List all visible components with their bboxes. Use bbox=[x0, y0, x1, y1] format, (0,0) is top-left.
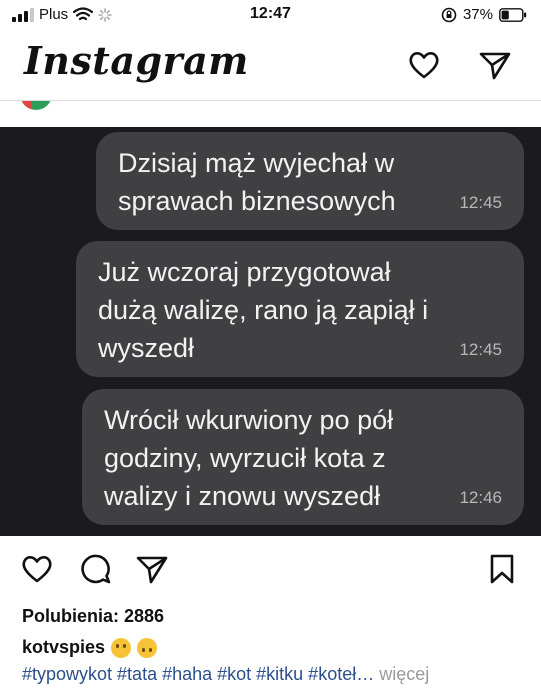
message-bubble: Dzisiaj mąż wyjechał w sprawach biznesow… bbox=[96, 132, 524, 230]
instagram-logo[interactable]: Instagram bbox=[24, 38, 249, 83]
caption-username[interactable]: kotvspies bbox=[22, 637, 105, 658]
message-text: Dzisiaj mąż wyjechał w sprawach biznesow… bbox=[118, 144, 396, 220]
message-time: 12:46 bbox=[459, 488, 502, 507]
message-text: Wrócił wkurwiony po pół godziny, wyrzuci… bbox=[104, 401, 393, 515]
grinning-face-icon bbox=[111, 637, 132, 658]
message-line: Dzisiaj mąż wyjechał w bbox=[118, 148, 395, 178]
app-header: Instagram bbox=[0, 34, 541, 94]
heart-icon[interactable] bbox=[407, 48, 441, 82]
message-line: Już wczoraj przygotował bbox=[98, 257, 391, 287]
message-line: wyszedł bbox=[98, 333, 195, 363]
message-line: dużą walizę, rano ją zapiął i bbox=[98, 295, 429, 325]
bookmark-icon[interactable] bbox=[485, 552, 519, 586]
share-icon[interactable] bbox=[135, 552, 169, 586]
battery-percent: 37% bbox=[462, 6, 493, 23]
message-time: 12:45 bbox=[459, 340, 502, 359]
message-bubble: Już wczoraj przygotował dużą walizę, ran… bbox=[76, 241, 524, 377]
more-link[interactable]: więcej bbox=[379, 664, 429, 684]
comment-icon[interactable] bbox=[79, 552, 113, 586]
message-text: Już wczoraj przygotował dużą walizę, ran… bbox=[98, 253, 428, 367]
battery-icon bbox=[499, 7, 527, 22]
header-divider bbox=[0, 100, 541, 101]
message-line: walizy i znowu wyszedł bbox=[104, 481, 381, 511]
likes-count[interactable]: Polubienia: 2886 bbox=[22, 606, 164, 627]
message-time: 12:45 bbox=[459, 193, 502, 212]
direct-message-icon[interactable] bbox=[478, 48, 512, 82]
post-image[interactable]: Dzisiaj mąż wyjechał w sprawach biznesow… bbox=[0, 127, 541, 536]
status-right: 37% bbox=[441, 6, 527, 23]
caption-hashtags: #typowykot #tata #haha #kot #kitku #kote… bbox=[22, 664, 429, 685]
like-heart-icon[interactable] bbox=[20, 552, 54, 586]
post-actions bbox=[0, 548, 541, 592]
upside-down-face-icon bbox=[137, 637, 158, 658]
message-bubble: Wrócił wkurwiony po pół godziny, wyrzuci… bbox=[82, 389, 524, 525]
message-line: sprawach biznesowych bbox=[118, 186, 396, 216]
message-line: Wrócił wkurwiony po pół bbox=[104, 405, 394, 435]
hashtag-links[interactable]: #typowykot #tata #haha #kot #kitku #kote… bbox=[22, 664, 374, 684]
orientation-lock-icon bbox=[441, 7, 457, 22]
avatar[interactable] bbox=[20, 100, 52, 110]
message-line: godziny, wyrzucił kota z bbox=[104, 443, 386, 473]
status-bar: Plus 12:47 37% bbox=[0, 0, 541, 32]
caption: kotvspies bbox=[22, 637, 158, 658]
